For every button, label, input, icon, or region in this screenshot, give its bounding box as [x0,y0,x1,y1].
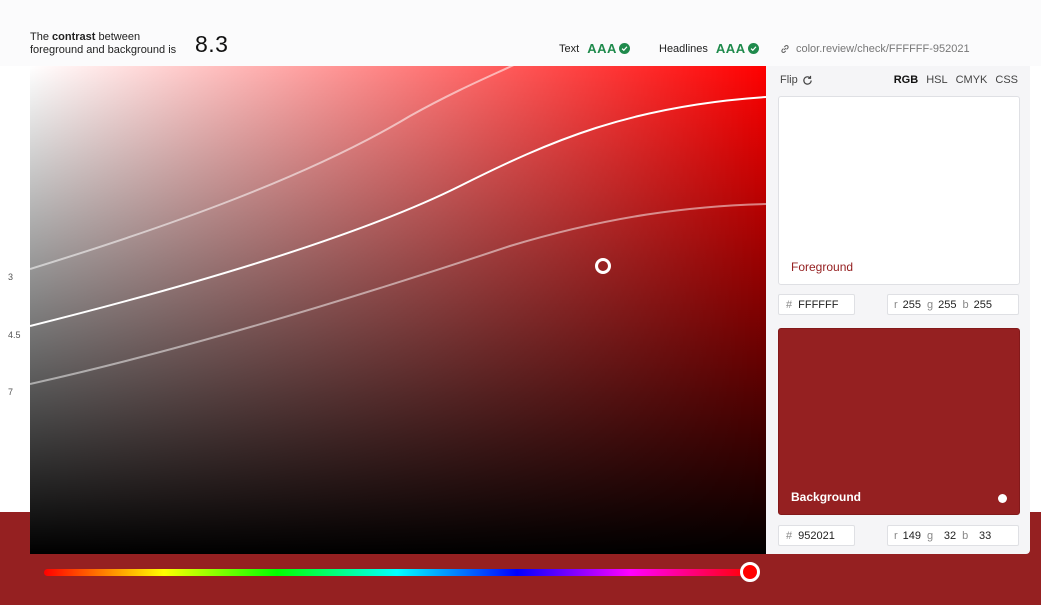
tab-cmyk[interactable]: CMYK [956,74,988,86]
share-link[interactable]: color.review/check/FFFFFF-952021 [780,43,970,55]
color-picker-area[interactable] [30,66,766,554]
foreground-label: Foreground [791,260,854,274]
contrast-curves [30,66,766,385]
color-model-tabs: RGB HSL CMYK CSS [894,74,1018,86]
link-icon [780,44,790,54]
background-swatch[interactable]: Background [778,328,1020,515]
check-icon [747,43,759,54]
hue-slider-handle[interactable] [740,562,760,582]
background-label: Background [791,490,862,504]
background-hex-input[interactable]: # 952021 [778,525,855,546]
tab-hsl[interactable]: HSL [926,74,947,86]
headlines-rating: Headlines AAA [659,41,759,56]
header: The contrast between foreground and back… [0,0,1041,66]
color-panel: Flip RGB HSL CMYK CSS Foreground # FFFFF… [766,66,1030,554]
tab-rgb[interactable]: RGB [894,74,918,86]
background-rgb-input[interactable]: r 149 g 32 b 33 [887,525,1019,546]
foreground-rgb-input[interactable]: r 255 g 255 b 255 [887,294,1019,315]
color-picker-handle[interactable] [595,258,611,274]
tab-css[interactable]: CSS [995,74,1018,86]
flip-button[interactable]: Flip [780,74,813,86]
contrast-description: The contrast between foreground and back… [30,31,177,56]
contrast-curve-7 [30,203,766,385]
panel-toolbar: Flip RGB HSL CMYK CSS [780,74,1018,86]
axis-label-3: 3 [8,272,14,282]
refresh-icon [802,75,813,86]
foreground-hex-input[interactable]: # FFFFFF [778,294,855,315]
check-icon [618,43,630,54]
contrast-curve-4.5 [30,96,766,327]
active-indicator-dot [998,494,1007,503]
hue-slider[interactable] [44,569,750,576]
contrast-curve-3 [30,66,515,270]
axis-label-7: 7 [8,387,14,397]
contrast-ratio: 8.3 [195,31,229,57]
foreground-swatch[interactable]: Foreground [778,96,1020,285]
axis-label-4.5: 4.5 [8,330,21,340]
text-rating: Text AAA [559,41,630,56]
